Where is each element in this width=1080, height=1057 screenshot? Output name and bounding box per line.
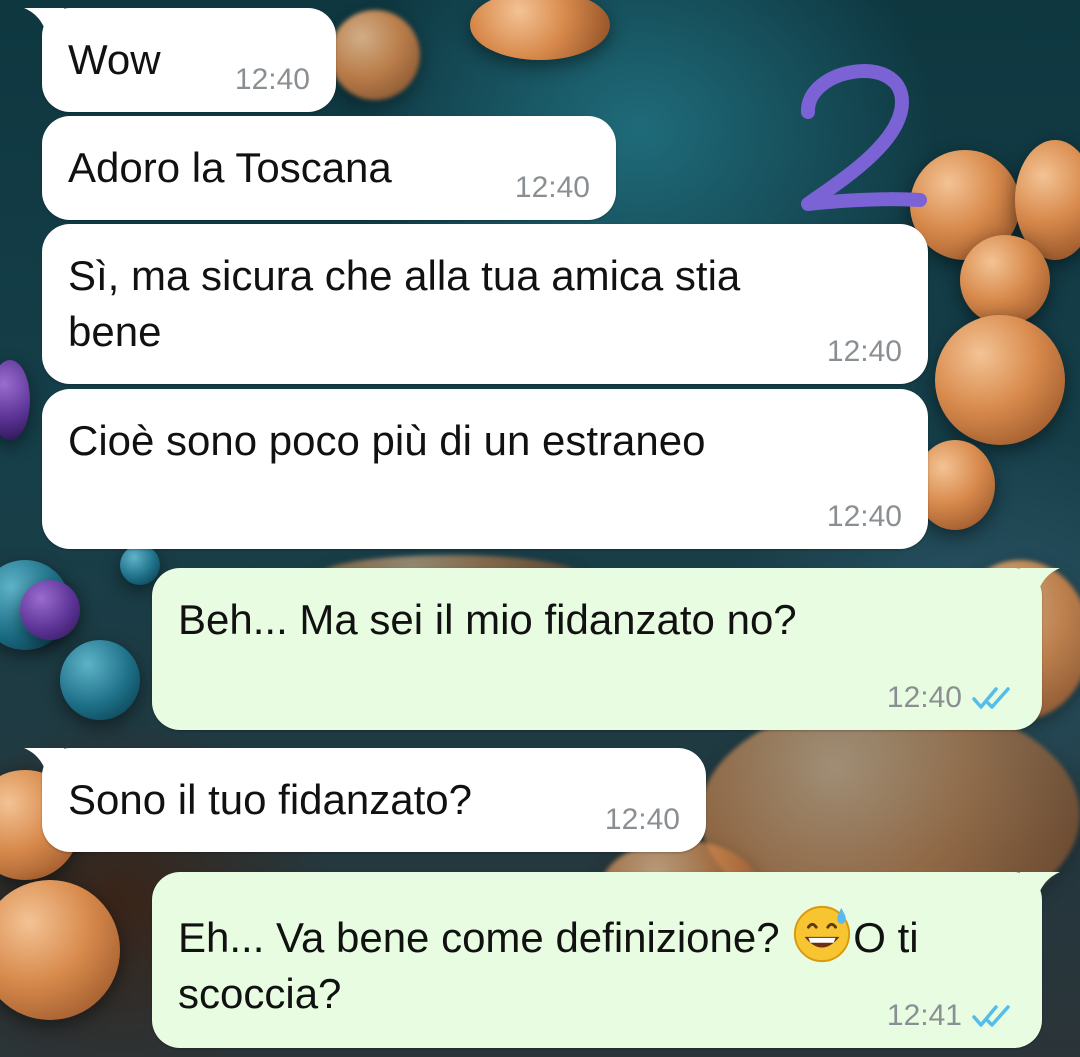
- message-time: 12:40: [826, 500, 902, 533]
- wallpaper-orb: [0, 880, 120, 1020]
- message-bubble-outgoing[interactable]: Beh... Ma sei il mio fidanzato no? 12:40: [152, 568, 1060, 730]
- wallpaper-orb: [960, 235, 1050, 325]
- wallpaper-orb: [330, 10, 420, 100]
- message-bubble-incoming[interactable]: Wow 12:40: [24, 8, 336, 112]
- message-time: 12:40: [604, 803, 680, 836]
- double-check-icon: [972, 687, 1010, 709]
- message-text: Cioè sono poco più di un estraneo: [68, 417, 706, 464]
- double-check-icon: [972, 1005, 1010, 1027]
- message-text-part: Eh... Va bene come definizione?: [178, 914, 792, 961]
- message-time: 12:40: [514, 171, 590, 204]
- message-bubble-outgoing[interactable]: Eh... Va bene come definizione? O ti sco…: [152, 872, 1060, 1048]
- bubble-tail: [1020, 872, 1060, 902]
- wallpaper-orb: [120, 545, 160, 585]
- handwritten-annotation: [801, 64, 927, 211]
- message-time: 12:40: [886, 681, 962, 714]
- wallpaper-orb: [470, 0, 610, 60]
- message-text: Beh... Ma sei il mio fidanzato no?: [178, 596, 797, 643]
- message-bubble-incoming[interactable]: Sono il tuo fidanzato? 12:40: [24, 748, 706, 852]
- bubble-tail: [24, 8, 64, 38]
- message-text: Sì, ma sicura che alla tua amica stia be…: [68, 252, 752, 355]
- message-time: 12:41: [886, 999, 962, 1032]
- wallpaper-orb: [20, 580, 80, 640]
- wallpaper-orb: [0, 360, 30, 440]
- message-bubble-incoming[interactable]: Adoro la Toscana 12:40: [42, 116, 616, 220]
- wallpaper-orb: [60, 640, 140, 720]
- message-text: Adoro la Toscana: [68, 144, 392, 191]
- message-bubble-incoming[interactable]: Cioè sono poco più di un estraneo 12:40: [42, 389, 928, 549]
- grinning-face-with-sweat-icon: [794, 905, 851, 963]
- message-time: 12:40: [826, 335, 902, 368]
- bubble-tail: [24, 748, 64, 778]
- bubble-tail: [1020, 568, 1060, 598]
- message-time: 12:40: [234, 63, 310, 96]
- message-bubble-incoming[interactable]: Sì, ma sicura che alla tua amica stia be…: [42, 224, 928, 384]
- message-text: Sono il tuo fidanzato?: [68, 776, 472, 823]
- wallpaper-orb: [935, 315, 1065, 445]
